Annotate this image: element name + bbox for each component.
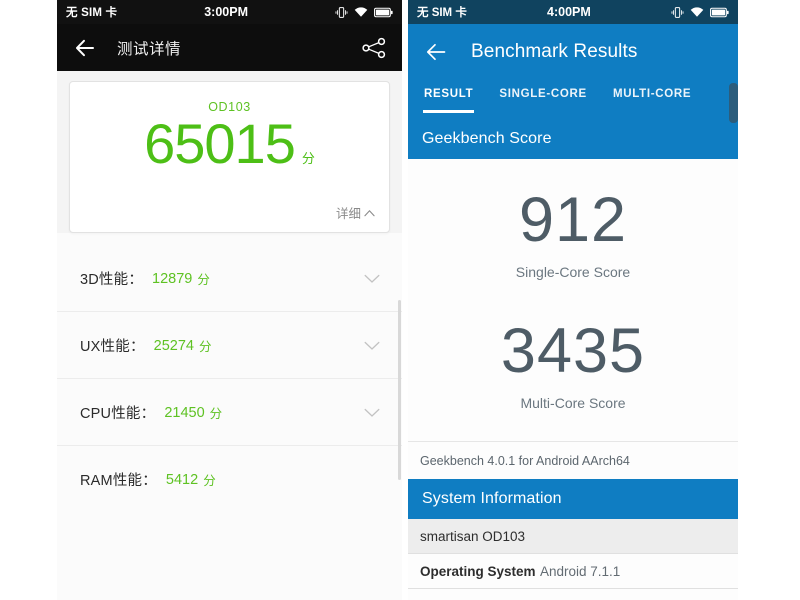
multi-core-score-label: Multi-Core Score [520, 395, 626, 411]
device-model-label: OD103 [208, 100, 251, 114]
left-phone-antutu-screen: 无 SIM 卡 3:00PM 测试详情 OD103 65015 分 详细 3D性… [57, 0, 402, 600]
left-app-bar: 测试详情 [57, 24, 402, 71]
metric-value: 25274 [153, 337, 194, 354]
right-app-bar: Benchmark Results [408, 24, 738, 79]
page-title: 测试详情 [117, 40, 182, 58]
back-arrow-icon[interactable] [424, 40, 448, 64]
list-item[interactable]: UX性能： 25274 分 [57, 312, 402, 379]
geekbench-score-section-header: Geekbench Score [408, 119, 738, 159]
total-score-card[interactable]: OD103 65015 分 详细 [69, 81, 390, 233]
screenshot-root: 无 SIM 卡 3:00PM 测试详情 OD103 65015 分 详细 3D性… [0, 0, 800, 600]
wifi-icon [354, 7, 368, 17]
left-clock-label: 3:00PM [204, 5, 249, 19]
vibrate-icon [335, 6, 348, 18]
os-key-label: Operating System [420, 564, 536, 579]
metric-label: CPU性能： [80, 406, 156, 422]
table-row: Operating System Android 7.1.1 [408, 554, 738, 589]
multi-core-score-block: 3435 Multi-Core Score [408, 320, 738, 411]
detail-link-label: 详细 [335, 207, 361, 221]
caret-up-icon [364, 209, 375, 216]
metric-unit: 分 [197, 273, 210, 287]
tab-single-core[interactable]: SINGLE-CORE [499, 79, 587, 100]
metric-unit: 分 [209, 407, 223, 421]
battery-icon [710, 7, 729, 17]
chevron-down-icon[interactable] [364, 341, 380, 351]
left-carrier-label: 无 SIM 卡 [66, 7, 118, 19]
single-core-score-value: 912 [518, 185, 628, 255]
geekbench-version-footnote: Geekbench 4.0.1 for Android AArch64 [408, 441, 738, 479]
total-score-row: 65015 分 [70, 116, 389, 172]
left-status-icons [335, 6, 393, 19]
page-title: Benchmark Results [471, 40, 638, 62]
tab-scrollbar[interactable] [729, 83, 738, 123]
score-card-container: OD103 65015 分 详细 [57, 71, 402, 233]
detail-link[interactable]: 详细 [336, 203, 375, 222]
left-status-bar: 无 SIM 卡 3:00PM [57, 0, 402, 24]
metric-label: RAM性能： [80, 473, 157, 489]
metric-value: 5412 [165, 471, 199, 488]
chevron-down-icon[interactable] [364, 274, 380, 284]
share-icon[interactable] [362, 37, 388, 59]
total-score-unit: 分 [301, 151, 315, 166]
right-status-icons [671, 6, 729, 19]
left-scrollbar[interactable] [398, 300, 401, 480]
table-row: smartisan OD103 [408, 519, 738, 554]
metric-label: UX性能： [80, 339, 145, 355]
right-phone-geekbench-screen: 无 SIM 卡 4:00PM Benchmark Results RESULT … [408, 0, 738, 600]
list-item[interactable]: 3D性能： 12879 分 [57, 245, 402, 312]
tab-result[interactable]: RESULT [422, 79, 475, 113]
single-core-score-label: Single-Core Score [515, 264, 631, 280]
right-clock-label: 4:00PM [547, 5, 591, 19]
device-name-label: smartisan OD103 [420, 529, 526, 544]
vibrate-icon [671, 6, 684, 18]
footnote-spacer [408, 411, 738, 441]
performance-list: 3D性能： 12879 分 UX性能： 25274 分 CPU性能： 21450… [57, 233, 402, 513]
single-core-score-block: 912 Single-Core Score [408, 159, 738, 280]
metric-label: 3D性能： [80, 272, 144, 288]
metric-value: 21450 [164, 404, 205, 421]
metric-unit: 分 [203, 474, 216, 488]
right-carrier-label: 无 SIM 卡 [417, 7, 467, 19]
back-arrow-icon[interactable] [73, 36, 97, 60]
multi-core-score-value: 3435 [500, 316, 646, 386]
metric-unit: 分 [198, 340, 212, 354]
os-value-label: Android 7.1.1 [540, 564, 621, 579]
tab-bar: RESULT SINGLE-CORE MULTI-CORE [408, 79, 738, 123]
score-spacer [408, 280, 738, 320]
metric-value: 12879 [152, 270, 193, 287]
chevron-down-icon[interactable] [364, 408, 380, 418]
battery-icon [374, 7, 393, 17]
right-status-bar: 无 SIM 卡 4:00PM [408, 0, 738, 24]
wifi-icon [690, 7, 704, 17]
system-information-section-header: System Information [408, 479, 738, 519]
tab-multi-core[interactable]: MULTI-CORE [613, 79, 691, 100]
list-item[interactable]: RAM性能： 5412 分 [57, 446, 402, 513]
list-item[interactable]: CPU性能： 21450 分 [57, 379, 402, 446]
total-score-value: 65015 [144, 112, 296, 175]
